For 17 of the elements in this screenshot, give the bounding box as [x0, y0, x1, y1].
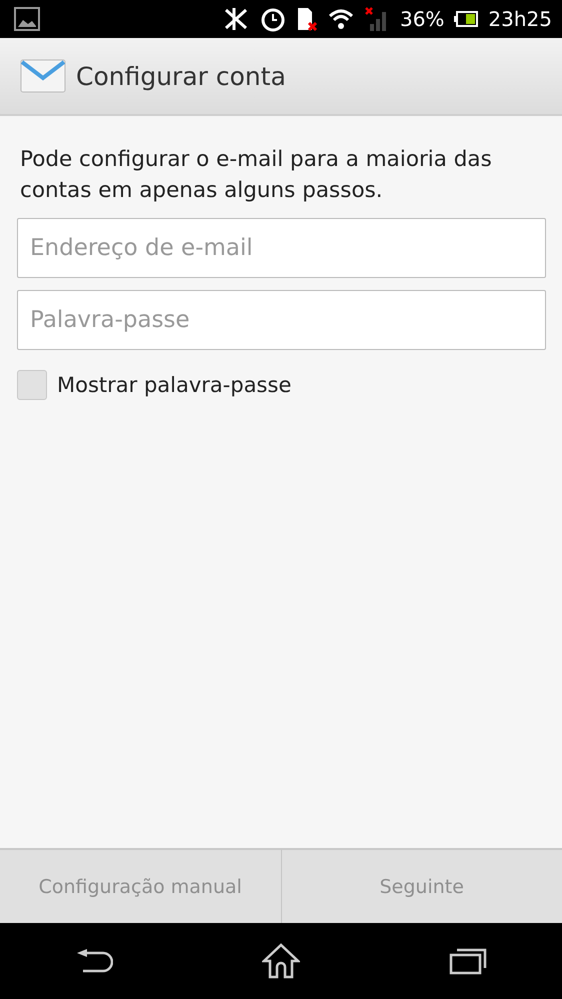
battery-icon [454, 10, 478, 28]
recent-apps-icon [449, 947, 488, 975]
password-field[interactable]: Palavra-passe [17, 290, 546, 350]
back-icon [74, 948, 113, 974]
sim-card-icon [296, 6, 318, 32]
wifi-icon [328, 7, 354, 31]
home-icon [262, 943, 300, 979]
screen-title: Configurar conta [76, 62, 286, 90]
checkbox[interactable] [17, 370, 47, 400]
intro-text: Pode configurar o e-mail para a maioria das contas em apenas alguns passos. [20, 146, 493, 205]
email-field[interactable]: Endereço de e-mail [17, 218, 546, 278]
alarm-clock-icon [260, 6, 286, 32]
checkbox-label: Mostrar palavra-passe [57, 373, 292, 397]
picture-icon [14, 7, 40, 31]
battery-percent: 36% [400, 7, 444, 31]
clock-time: 23h25 [488, 7, 552, 31]
envelope-icon [20, 59, 66, 93]
